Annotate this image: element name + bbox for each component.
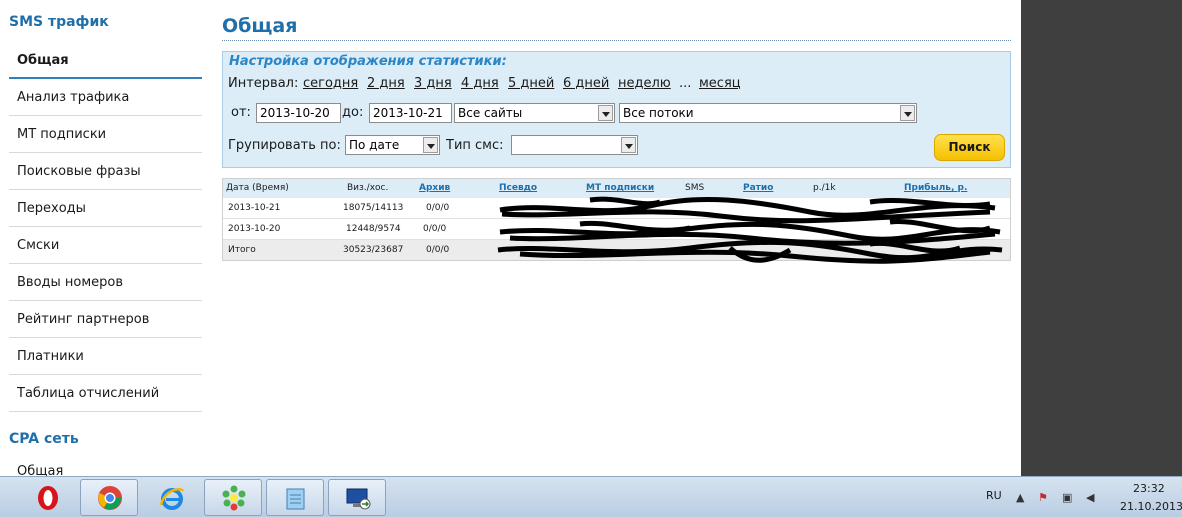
interval-5days-link[interactable]: 5 дней bbox=[508, 76, 554, 91]
header-mt-link[interactable]: МТ подписки bbox=[586, 179, 654, 198]
to-label: до: bbox=[342, 105, 364, 120]
taskbar-icq-button[interactable] bbox=[204, 479, 262, 516]
interval-3days-link[interactable]: 3 дня bbox=[414, 76, 452, 91]
taskbar-opera-button[interactable] bbox=[18, 479, 76, 516]
chevron-down-icon bbox=[598, 105, 613, 121]
cell-archive: 0/0/0 bbox=[423, 224, 447, 234]
sidebar-item-mt-subscriptions[interactable]: МТ подписки bbox=[9, 116, 202, 153]
chevron-down-icon bbox=[621, 137, 636, 153]
table-row: 2013-10-20 12448/9574 0/0/0 bbox=[223, 219, 1010, 240]
search-button[interactable]: Поиск bbox=[934, 134, 1005, 161]
sites-select-value: Все сайты bbox=[458, 106, 523, 120]
interval-6days-link[interactable]: 6 дней bbox=[563, 76, 609, 91]
tray-clock-date[interactable]: 21.10.2013 bbox=[1120, 500, 1182, 513]
taskbar-chrome-button[interactable] bbox=[80, 479, 138, 516]
taskbar-remote-desktop-button[interactable] bbox=[328, 479, 386, 516]
filter-title: Настройка отображения статистики: bbox=[229, 54, 507, 69]
sidebar-item-deductions-table[interactable]: Таблица отчислений bbox=[9, 375, 202, 412]
page-title: Общая bbox=[222, 15, 298, 37]
cell-archive: 0/0/0 bbox=[426, 203, 450, 213]
sidebar-item-clicks[interactable]: Переходы bbox=[9, 190, 202, 227]
tray-clock-time[interactable]: 23:32 bbox=[1133, 482, 1165, 495]
cell-visits: 18075/14113 bbox=[343, 203, 404, 213]
cell-total-archive: 0/0/0 bbox=[426, 245, 450, 255]
sidebar-item-search-phrases[interactable]: Поисковые фразы bbox=[9, 153, 202, 190]
sidebar-item-sms[interactable]: Смски bbox=[9, 227, 202, 264]
stats-table: Дата (Время) Виз./хос. Архив Псевдо МТ п… bbox=[222, 178, 1011, 261]
group-by-select-value: По дате bbox=[349, 138, 400, 152]
header-pseudo-link[interactable]: Псевдо bbox=[499, 179, 537, 198]
interval-label: Интервал: bbox=[228, 76, 299, 91]
sites-select[interactable]: Все сайты bbox=[454, 103, 615, 123]
tray-volume-icon[interactable]: ◀ bbox=[1086, 491, 1094, 504]
sidebar-item-partner-rating[interactable]: Рейтинг партнеров bbox=[9, 301, 202, 338]
to-date-input[interactable]: 2013-10-21 bbox=[369, 103, 452, 123]
title-divider bbox=[222, 40, 1011, 41]
cell-visits: 12448/9574 bbox=[346, 224, 401, 234]
interval-2days-link[interactable]: 2 дня bbox=[367, 76, 405, 91]
interval-4days-link[interactable]: 4 дня bbox=[461, 76, 499, 91]
table-row: 2013-10-21 18075/14113 0/0/0 bbox=[223, 198, 1010, 219]
cell-total-visits: 30523/23687 bbox=[343, 245, 404, 255]
cell-date: 2013-10-20 bbox=[228, 224, 281, 234]
taskbar: RU ▲ ⚑ ▣ ◀ 23:32 21.10.2013 bbox=[0, 476, 1182, 517]
chevron-down-icon bbox=[900, 105, 915, 121]
interval-today-link[interactable]: сегодня bbox=[303, 76, 358, 91]
sidebar-item-traffic-analysis[interactable]: Анализ трафика bbox=[9, 79, 202, 116]
taskbar-notepad-button[interactable] bbox=[266, 479, 324, 516]
sms-type-select[interactable] bbox=[511, 135, 638, 155]
sidebar-item-payers[interactable]: Платники bbox=[9, 338, 202, 375]
header-ratio-link[interactable]: Ратио bbox=[743, 179, 773, 198]
icq-icon bbox=[222, 485, 246, 511]
ie-icon bbox=[159, 488, 185, 510]
cell-total-label: Итого bbox=[228, 245, 256, 255]
chevron-down-icon bbox=[423, 137, 438, 153]
tray-network-icon[interactable]: ▣ bbox=[1062, 491, 1072, 504]
header-archive-link[interactable]: Архив bbox=[419, 179, 450, 198]
remote-desktop-icon bbox=[346, 488, 371, 510]
from-label: от: bbox=[231, 105, 251, 120]
table-total-row: Итого 30523/23687 0/0/0 bbox=[223, 240, 1010, 260]
sidebar-item-number-inputs[interactable]: Вводы номеров bbox=[9, 264, 202, 301]
header-sms: SMS bbox=[685, 183, 705, 193]
taskbar-ie-button[interactable] bbox=[142, 479, 200, 516]
tray-language[interactable]: RU bbox=[986, 489, 1002, 502]
notepad-icon bbox=[286, 488, 305, 510]
interval-ellipsis: ... bbox=[679, 76, 692, 91]
side-dark-panel bbox=[1021, 0, 1182, 476]
tray-expand-icon[interactable]: ▲ bbox=[1016, 491, 1024, 504]
cell-date: 2013-10-21 bbox=[228, 203, 281, 213]
tray-flag-alert-icon[interactable]: ⚑ bbox=[1038, 491, 1048, 504]
sidebar-section-sms-title: SMS трафик bbox=[9, 14, 109, 30]
sidebar-item-general[interactable]: Общая bbox=[9, 42, 202, 79]
streams-select-value: Все потоки bbox=[623, 106, 694, 120]
sidebar-item-cpa-general[interactable]: Общая bbox=[9, 458, 202, 476]
header-profit-link[interactable]: Прибыль, р. bbox=[904, 179, 967, 198]
filter-panel: Настройка отображения статистики: Интерв… bbox=[222, 51, 1011, 168]
chrome-icon bbox=[98, 486, 122, 510]
app-window: SMS трафик Общая Анализ трафика МТ подпи… bbox=[0, 0, 1182, 517]
from-date-input[interactable]: 2013-10-20 bbox=[256, 103, 341, 123]
table-header-row: Дата (Время) Виз./хос. Архив Псевдо МТ п… bbox=[223, 179, 1010, 198]
header-visits: Виз./хос. bbox=[347, 183, 389, 193]
header-date: Дата (Время) bbox=[226, 183, 289, 193]
group-by-select[interactable]: По дате bbox=[345, 135, 440, 155]
interval-week-link[interactable]: неделю bbox=[618, 76, 671, 91]
header-per1k: р./1k bbox=[813, 183, 836, 193]
sms-type-label: Тип смс: bbox=[446, 138, 504, 153]
streams-select[interactable]: Все потоки bbox=[619, 103, 917, 123]
group-by-label: Групировать по: bbox=[228, 138, 341, 153]
sidebar-section-cpa-title: CPA сеть bbox=[9, 431, 79, 447]
opera-icon bbox=[38, 486, 58, 510]
sidebar: SMS трафик Общая Анализ трафика МТ подпи… bbox=[0, 0, 210, 476]
interval-month-link[interactable]: месяц bbox=[699, 76, 741, 91]
